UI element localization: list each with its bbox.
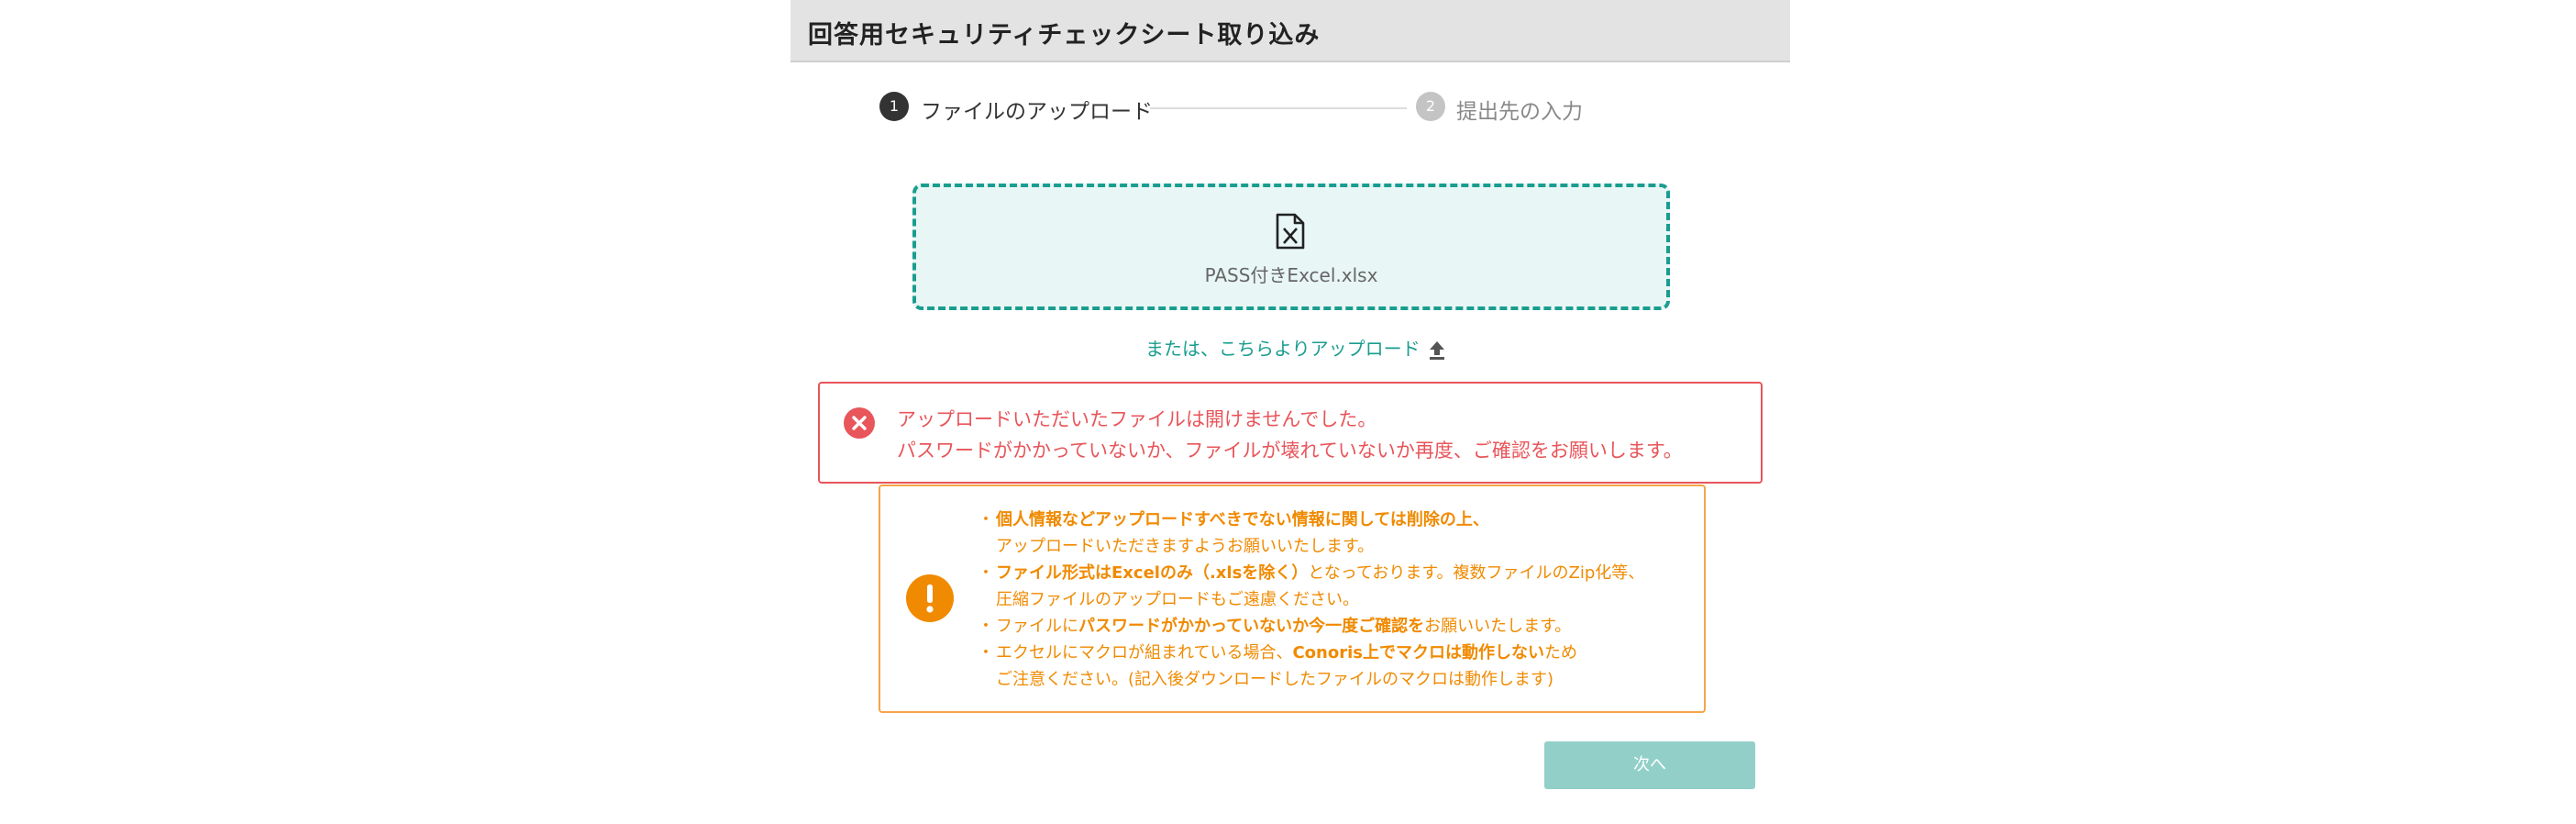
notice-item-4-pre: エクセルにマクロが組まれている場合、 [996, 643, 1293, 663]
notice-item-2-sub: 圧縮ファイルのアップロードもご遠慮ください。 [996, 590, 1359, 609]
step-2-number: 2 [1416, 92, 1445, 121]
notice-item: ・ファイルにパスワードがかかっていないか今一度ご確認をお願いいたします。 [978, 617, 1572, 636]
notice-item-2-bold: ファイル形式はExcelのみ（.xlsを除く） [996, 563, 1309, 583]
stepper: 1 ファイルのアップロード 2 提出先の入力 [790, 92, 1790, 128]
notice-item-3-pre: ファイルに [996, 617, 1078, 636]
next-button[interactable]: 次へ [1544, 741, 1755, 789]
file-drop-zone[interactable]: PASS付きExcel.xlsx [912, 184, 1670, 310]
stepper-connector [1150, 107, 1407, 109]
step-1-label: ファイルのアップロード [921, 100, 1153, 124]
step-1-number: 1 [879, 92, 909, 121]
dialog-header: 回答用セキュリティチェックシート取り込み [790, 0, 1790, 62]
notice-item-2-text: となっております。複数ファイルのZip化等、 [1308, 563, 1645, 583]
step-2-label: 提出先の入力 [1456, 100, 1583, 124]
notice-item-4-sub: ご注意ください。(記入後ダウンロードしたファイルのマクロは動作します) [996, 670, 1554, 689]
notice-item-4-text: ため [1544, 643, 1577, 663]
error-alert: アップロードいただいたファイルは開けませんでした。 パスワードがかかっていないか… [818, 382, 1763, 484]
notice-item-3-bold: パスワードがかかっていないか今一度ご確認を [1078, 617, 1425, 636]
error-x-icon [844, 407, 875, 439]
notice-item-3-text: お願いいたします。 [1424, 617, 1572, 636]
notice-item: ・ファイル形式はExcelのみ（.xlsを除く）となっております。複数ファイルの… [978, 560, 1644, 613]
error-message-line-2: パスワードがかかっていないか、ファイルが壊れていないか再度、ご確認をお願いします… [897, 440, 1683, 462]
exclamation-icon [906, 574, 954, 622]
excel-file-icon [1276, 213, 1305, 250]
uploaded-file-name: PASS付きExcel.xlsx [1204, 264, 1378, 286]
error-message: アップロードいただいたファイルは開けませんでした。 パスワードがかかっていないか… [897, 404, 1683, 466]
notice-list: ・個人情報などアップロードすべきでない情報に関しては削除の上、 アップロードいた… [978, 507, 1644, 693]
upload-link-label: または、こちらよりアップロード [1145, 338, 1421, 360]
notice-item: ・エクセルにマクロが組まれている場合、Conoris上でマクロは動作しないため … [978, 640, 1644, 693]
page-title: 回答用セキュリティチェックシート取り込み [808, 21, 1321, 50]
notice-item-4-bold: Conoris上でマクロは動作しない [1292, 643, 1544, 663]
notice-item: ・個人情報などアップロードすべきでない情報に関しては削除の上、 アップロードいた… [978, 507, 1644, 560]
upload-notice: ・個人情報などアップロードすべきでない情報に関しては削除の上、 アップロードいた… [879, 484, 1706, 713]
notice-item-1-bold: 個人情報などアップロードすべきでない情報に関しては削除の上、 [996, 510, 1489, 529]
error-message-line-1: アップロードいただいたファイルは開けませんでした。 [897, 408, 1377, 430]
notice-item-1-sub: アップロードいただきますようお願いいたします。 [996, 537, 1375, 556]
import-dialog: 回答用セキュリティチェックシート取り込み 1 ファイルのアップロード 2 提出先… [790, 0, 1790, 824]
upload-icon [1429, 340, 1444, 360]
upload-link[interactable]: または、こちらよりアップロード [1145, 334, 1446, 361]
